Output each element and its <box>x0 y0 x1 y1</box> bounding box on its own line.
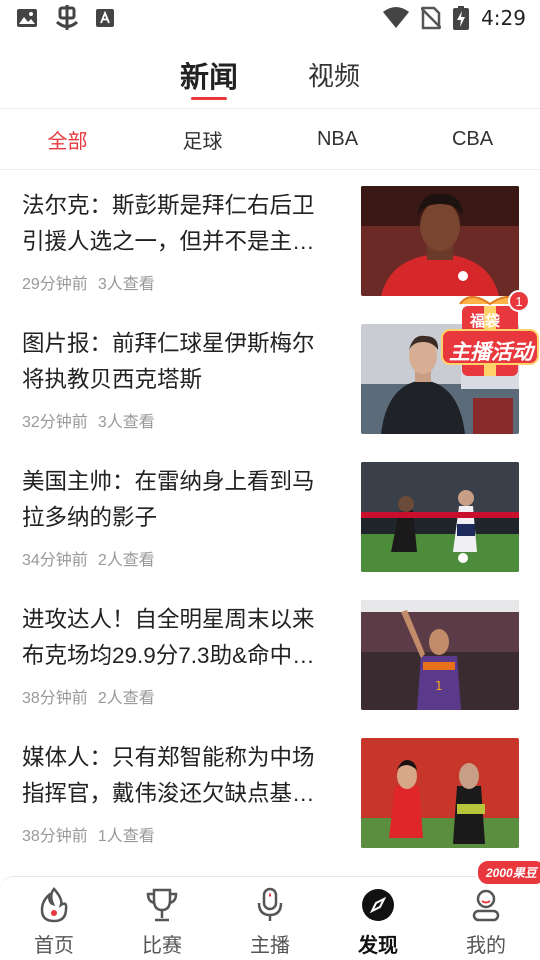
tab-news[interactable]: 新闻 <box>180 44 238 96</box>
news-title: 媒体人：只有郑智能称为中场指挥官，戴伟浚还欠缺点基… <box>22 745 315 806</box>
nav-label: 主播 <box>250 935 290 957</box>
news-title: 图片报：前拜仁球星伊斯梅尔将执教贝西克塔斯 <box>22 331 315 392</box>
category-tabs: 全部 足球 NBA CBA <box>0 109 540 169</box>
nav-label: 首页 <box>34 935 74 957</box>
news-title: 进攻达人！自全明星周末以来布克场均29.9分7.3助&命中… <box>22 607 315 668</box>
promo-badge: 1 <box>508 290 530 312</box>
svg-text:1: 1 <box>435 679 443 693</box>
coin-badge: 2000果豆 <box>476 859 540 886</box>
category-tab-cba[interactable]: CBA <box>405 109 540 169</box>
font-icon <box>96 9 114 27</box>
news-time: 32分钟前 <box>22 414 88 431</box>
nav-label: 我的 <box>466 935 506 957</box>
news-list: 法尔克：斯彭斯是拜仁右后卫引援人选之一，但并不是主… 29分钟前 3人查看 图片… <box>0 170 540 860</box>
host-activity-promo[interactable]: 福袋 主播活动 1 <box>440 288 540 380</box>
news-meta: 34分钟前 2人查看 <box>22 546 155 570</box>
status-bar: 4:29 <box>0 0 540 36</box>
trophy-icon <box>142 885 182 925</box>
image-icon <box>16 8 38 28</box>
news-thumbnail <box>361 462 519 572</box>
promo-label: 主播活动 <box>449 340 533 364</box>
category-tab-football[interactable]: 足球 <box>135 109 270 169</box>
wifi-icon <box>383 7 410 29</box>
category-tab-all[interactable]: 全部 <box>0 109 135 169</box>
news-views: 3人查看 <box>97 276 155 293</box>
top-tabs: 新闻 视频 <box>0 44 540 108</box>
nav-home[interactable]: 首页 <box>0 877 108 960</box>
battery-charging-icon <box>453 6 470 30</box>
news-thumbnail <box>361 738 519 848</box>
news-thumbnail: 1 <box>361 600 519 710</box>
news-item[interactable]: 进攻达人！自全明星周末以来布克场均29.9分7.3助&命中… 38分钟前 2人查… <box>0 584 540 722</box>
nav-anchor[interactable]: 主播 <box>216 877 324 960</box>
compass-icon <box>358 885 398 925</box>
news-title: 法尔克：斯彭斯是拜仁右后卫引援人选之一，但并不是主… <box>22 193 315 254</box>
news-thumbnail <box>361 186 519 296</box>
news-time: 38分钟前 <box>22 690 88 707</box>
news-item[interactable]: 美国主帅：在雷纳身上看到马拉多纳的影子 34分钟前 2人查看 <box>0 446 540 584</box>
no-sim-icon <box>421 6 442 30</box>
bottom-nav: 首页 比赛 主播 发现 2000果豆 我的 <box>0 859 540 960</box>
nav-label: 发现 <box>358 935 398 957</box>
user-icon <box>466 885 506 925</box>
microphone-icon <box>250 885 290 925</box>
news-views: 2人查看 <box>97 690 155 707</box>
category-tab-nba[interactable]: NBA <box>270 109 405 169</box>
news-item[interactable]: 媒体人：只有郑智能称为中场指挥官，戴伟浚还欠缺点基… 38分钟前 1人查看 <box>0 722 540 860</box>
flame-icon <box>34 885 74 925</box>
nav-label: 比赛 <box>142 935 182 957</box>
news-meta: 29分钟前 3人查看 <box>22 270 155 294</box>
news-time: 34分钟前 <box>22 552 88 569</box>
news-meta: 38分钟前 2人查看 <box>22 684 155 708</box>
promo-sub-label: 福袋 <box>470 312 501 330</box>
news-time: 38分钟前 <box>22 828 88 845</box>
news-meta: 32分钟前 3人查看 <box>22 408 155 432</box>
nav-mine[interactable]: 2000果豆 我的 <box>432 859 540 960</box>
news-views: 3人查看 <box>97 414 155 431</box>
news-views: 1人查看 <box>97 828 155 845</box>
nav-discover[interactable]: 发现 <box>324 877 432 960</box>
bug-icon <box>54 5 80 31</box>
news-time: 29分钟前 <box>22 276 88 293</box>
news-meta: 38分钟前 1人查看 <box>22 822 155 846</box>
nav-matches[interactable]: 比赛 <box>108 877 216 960</box>
status-time: 4:29 <box>481 6 526 30</box>
news-views: 2人查看 <box>97 552 155 569</box>
news-title: 美国主帅：在雷纳身上看到马拉多纳的影子 <box>22 469 315 530</box>
tab-video[interactable]: 视频 <box>308 44 360 93</box>
